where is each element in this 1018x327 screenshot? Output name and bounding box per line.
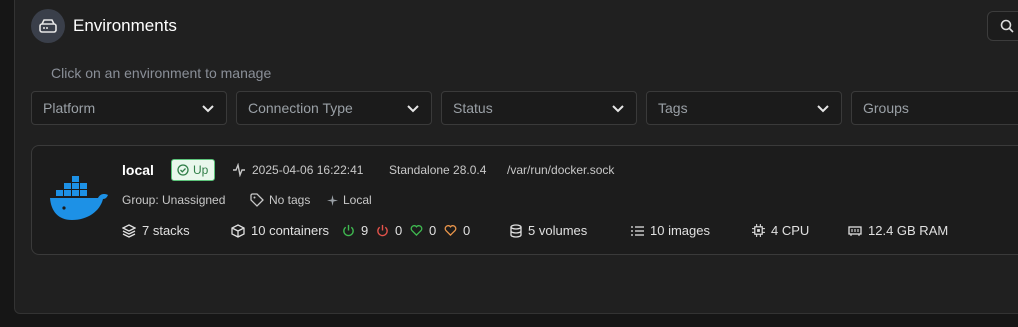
healthy-stat: 0	[410, 223, 436, 238]
running-count: 9	[361, 223, 369, 238]
containers-stat: 10 containers	[231, 223, 329, 238]
location-text: Local	[343, 193, 372, 207]
cpu-stat: 4 CPU	[752, 223, 809, 238]
platform-filter[interactable]: Platform	[31, 91, 227, 125]
connection-type-filter[interactable]: Connection Type	[236, 91, 432, 125]
environment-name: local	[122, 162, 154, 178]
filter-label: Status	[453, 100, 493, 116]
containers-count: 10 containers	[251, 223, 330, 238]
stacks-stat: 7 stacks	[122, 223, 190, 238]
cpu-icon	[752, 224, 765, 237]
stopped-stat: 0	[376, 223, 402, 238]
filter-label: Tags	[658, 100, 688, 116]
heart-icon	[444, 225, 457, 237]
search-icon	[1000, 19, 1014, 33]
chevron-down-icon	[817, 105, 829, 113]
ram-amount: 12.4 GB RAM	[868, 223, 949, 238]
sparkle-icon	[327, 194, 338, 206]
status-text: Up	[193, 163, 209, 177]
chevron-down-icon	[407, 105, 419, 113]
heartbeat: 2025-04-06 16:22:41	[232, 163, 363, 177]
unhealthy-stat: 0	[444, 223, 470, 238]
docker-logo-icon	[50, 176, 108, 220]
images-stat: 10 images	[631, 223, 710, 238]
power-icon	[343, 224, 354, 237]
healthy-count: 0	[429, 223, 437, 238]
heart-icon	[410, 225, 423, 237]
stopped-count: 0	[395, 223, 403, 238]
status-badge: Up	[171, 159, 216, 181]
environment-url: /var/run/docker.sock	[507, 163, 615, 177]
status-filter[interactable]: Status	[441, 91, 637, 125]
check-circle-icon	[177, 164, 189, 176]
heartbeat-time: 2025-04-06 16:22:41	[252, 163, 364, 177]
tag-icon	[250, 193, 264, 207]
filter-label: Platform	[43, 100, 96, 116]
database-icon	[510, 223, 522, 238]
power-off-icon	[377, 224, 388, 237]
unhealthy-count: 0	[463, 223, 471, 238]
filter-label: Groups	[863, 100, 909, 116]
volumes-stat: 5 volumes	[510, 223, 587, 238]
images-count: 10 images	[650, 223, 710, 238]
list-icon	[631, 225, 644, 236]
environment-tags: No tags	[250, 193, 310, 207]
hard-drive-icon	[31, 9, 65, 43]
manage-hint: Click on an environment to manage	[51, 65, 272, 81]
layers-icon	[122, 223, 136, 238]
running-stat: 9	[342, 223, 368, 238]
chevron-down-icon	[612, 105, 624, 113]
tags-filter[interactable]: Tags	[646, 91, 842, 125]
environment-location: Local	[327, 193, 372, 207]
chevron-down-icon	[202, 105, 214, 113]
activity-icon	[233, 163, 245, 177]
ram-stat: 12.4 GB RAM	[848, 223, 948, 238]
volumes-count: 5 volumes	[528, 223, 588, 238]
groups-filter[interactable]: Groups	[851, 91, 1018, 125]
box-icon	[231, 223, 245, 238]
page-title: Environments	[73, 16, 177, 35]
filter-label: Connection Type	[248, 100, 353, 116]
memory-icon	[848, 225, 862, 236]
stacks-count: 7 stacks	[142, 223, 190, 238]
environment-group: Group: Unassigned	[122, 193, 226, 207]
tags-text: No tags	[269, 193, 311, 207]
environment-type: Standalone 28.0.4	[389, 163, 487, 177]
search-button[interactable]	[987, 11, 1018, 41]
cpu-count: 4 CPU	[771, 223, 810, 238]
